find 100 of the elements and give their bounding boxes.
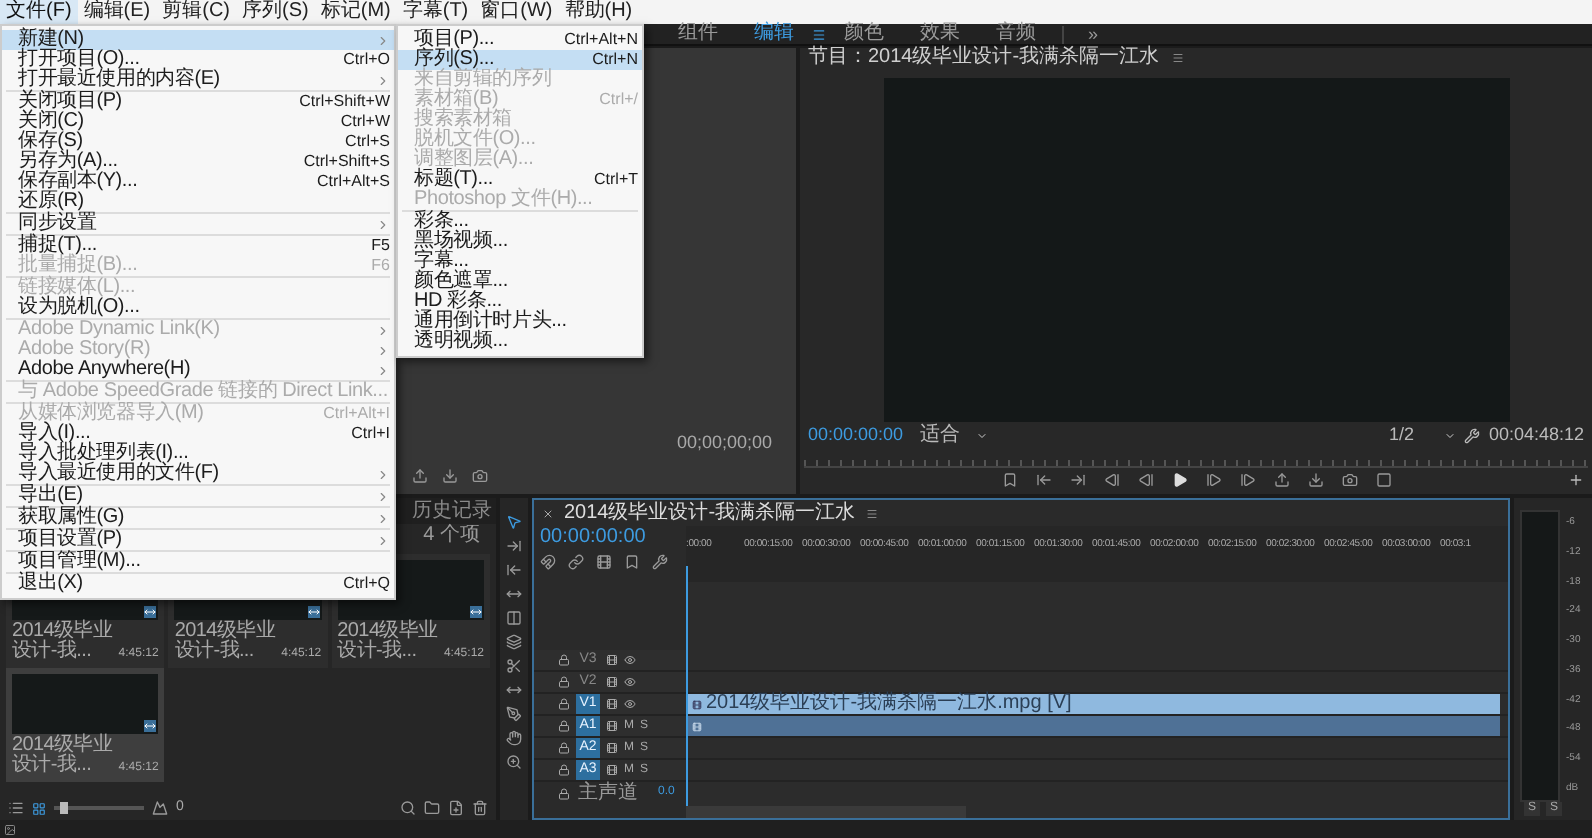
- menu-item[interactable]: 关闭项目(P) Ctrl+Shift+W: [2, 92, 394, 112]
- sequence-tab[interactable]: 2014级毕业设计-我满杀隔一江水: [564, 503, 856, 523]
- rate-stretch-icon[interactable]: [506, 610, 522, 626]
- ripple-icon[interactable]: [506, 562, 522, 578]
- bracket-right-icon[interactable]: [1069, 472, 1085, 489]
- eye-icon[interactable]: [624, 676, 636, 688]
- step-back-icon[interactable]: [1137, 472, 1153, 489]
- menu-item[interactable]: 标题(T)... Ctrl+T: [398, 170, 642, 190]
- icon-view-icon[interactable]: [32, 801, 46, 815]
- menu-item[interactable]: 通用倒计时片头...: [398, 312, 642, 332]
- menu-item[interactable]: 保存(S) Ctrl+S: [2, 132, 394, 152]
- square-icon[interactable]: [1375, 472, 1391, 489]
- zoom-dropdown[interactable]: 适合: [920, 426, 988, 446]
- workspace-tab[interactable]: 音频: [978, 24, 1054, 44]
- track-select-icon[interactable]: [506, 538, 522, 554]
- settings-icon[interactable]: [652, 554, 668, 570]
- lock-icon[interactable]: [558, 787, 570, 799]
- menu-item[interactable]: 关闭(C) Ctrl+W: [2, 112, 394, 132]
- panel-menu-icon[interactable]: [1171, 52, 1184, 65]
- step-forward-icon[interactable]: [1205, 472, 1221, 489]
- menu-item[interactable]: 保存副本(Y)... Ctrl+Alt+S: [2, 172, 394, 192]
- marker-icon[interactable]: [624, 554, 640, 570]
- workspace-tab[interactable]: 组件: [660, 24, 736, 44]
- lock-icon[interactable]: [558, 720, 570, 732]
- menu-item[interactable]: 新建(N): [2, 30, 394, 50]
- menu-item[interactable]: 彩条...: [398, 212, 642, 232]
- menu-item[interactable]: 项目管理(M)...: [2, 552, 394, 572]
- menu-item[interactable]: 导出(E): [2, 486, 394, 506]
- folder-icon[interactable]: [424, 800, 440, 816]
- pointer-icon[interactable]: [506, 514, 522, 530]
- zoom-slider[interactable]: [54, 802, 144, 814]
- workspace-tab[interactable]: 效果: [902, 24, 978, 44]
- new-item-icon[interactable]: [448, 800, 464, 816]
- track-film-icon[interactable]: [606, 764, 618, 776]
- lock-icon[interactable]: [558, 654, 570, 666]
- menu-item[interactable]: 另存为(A)... Ctrl+Shift+S: [2, 152, 394, 172]
- menu-bar-item[interactable]: 帮助(H): [558, 0, 639, 24]
- add-button-icon[interactable]: [1568, 472, 1584, 489]
- menu-item[interactable]: 导入批处理列表(I)...: [2, 444, 394, 464]
- snap-icon[interactable]: [540, 554, 556, 570]
- slider-thumb[interactable]: [59, 802, 67, 814]
- eye-icon[interactable]: [624, 698, 636, 710]
- insert-icon[interactable]: [412, 468, 428, 484]
- lock-icon[interactable]: [558, 676, 570, 688]
- eye-icon[interactable]: [624, 654, 636, 666]
- menu-item[interactable]: 字幕...: [398, 252, 642, 272]
- workspace-tab[interactable]: 颜色: [826, 24, 902, 44]
- lock-icon[interactable]: [558, 698, 570, 710]
- menu-item[interactable]: 导入最近使用的文件(F): [2, 464, 394, 484]
- playhead-timecode[interactable]: 00:00:00:00: [808, 422, 920, 450]
- menu-item[interactable]: 捕捉(T)... F5: [2, 236, 394, 256]
- workspace-tab[interactable]: 编辑: [736, 24, 812, 44]
- go-to-out-icon[interactable]: [1239, 472, 1255, 489]
- marker-icon[interactable]: [1001, 472, 1017, 489]
- track-film-icon[interactable]: [606, 676, 618, 688]
- camera-icon[interactable]: [472, 468, 488, 484]
- list-view-icon[interactable]: [8, 800, 24, 816]
- hand-icon[interactable]: [506, 730, 522, 746]
- menu-item[interactable]: 还原(R): [2, 192, 394, 212]
- overwrite-icon[interactable]: [442, 468, 458, 484]
- mountain-icon[interactable]: [152, 800, 168, 816]
- go-to-in-icon[interactable]: [1103, 472, 1119, 489]
- play-icon[interactable]: [1171, 472, 1187, 489]
- trash-icon[interactable]: [472, 800, 488, 816]
- lift-icon[interactable]: [1273, 472, 1289, 489]
- program-monitor-title[interactable]: 节目：2014级毕业设计-我满杀隔一江水: [808, 48, 1160, 69]
- panel-menu-icon[interactable]: [865, 507, 878, 519]
- menu-item[interactable]: 序列(S)... Ctrl+N: [398, 50, 642, 70]
- lock-icon[interactable]: [558, 742, 570, 754]
- settings-icon[interactable]: [1464, 428, 1481, 444]
- menu-bar-item[interactable]: 编辑(E): [77, 0, 157, 24]
- lock-icon[interactable]: [558, 764, 570, 776]
- menu-item[interactable]: Adobe Anywhere(H): [2, 360, 394, 380]
- menu-item[interactable]: 打开项目(O)... Ctrl+O: [2, 50, 394, 70]
- razor-icon[interactable]: [506, 658, 522, 674]
- camera-icon[interactable]: [1341, 472, 1357, 489]
- timeline-timecode[interactable]: 00:00:00:00: [540, 526, 680, 550]
- menu-item[interactable]: 设为脱机(O)...: [2, 298, 394, 318]
- track-film-icon[interactable]: [606, 698, 618, 710]
- close-icon[interactable]: [542, 507, 554, 519]
- sequence-icon[interactable]: [596, 554, 612, 570]
- menu-item[interactable]: 打开最近使用的内容(E): [2, 70, 394, 90]
- track-film-icon[interactable]: [606, 654, 618, 666]
- menu-item[interactable]: 获取属性(G): [2, 508, 394, 528]
- extract-icon[interactable]: [1307, 472, 1323, 489]
- menu-item[interactable]: 导入(I)... Ctrl+I: [2, 424, 394, 444]
- pen-icon[interactable]: [506, 706, 522, 722]
- track-film-icon[interactable]: [606, 742, 618, 754]
- search-icon[interactable]: [400, 800, 416, 816]
- link-icon[interactable]: [568, 554, 584, 570]
- more-workspaces-button[interactable]: »: [1072, 24, 1115, 44]
- menu-bar-item[interactable]: 标记(M): [314, 0, 397, 24]
- menu-item[interactable]: 项目设置(P): [2, 530, 394, 550]
- menu-item[interactable]: 颜色遮罩...: [398, 272, 642, 292]
- slip-icon[interactable]: [506, 634, 522, 650]
- horizontal-scrollbar[interactable]: [686, 806, 966, 818]
- menu-icon[interactable]: [812, 27, 826, 41]
- menu-item[interactable]: 透明视频...: [398, 332, 642, 352]
- resolution-dropdown[interactable]: 1/2: [1388, 422, 1457, 450]
- bracket-left-icon[interactable]: [1035, 472, 1051, 489]
